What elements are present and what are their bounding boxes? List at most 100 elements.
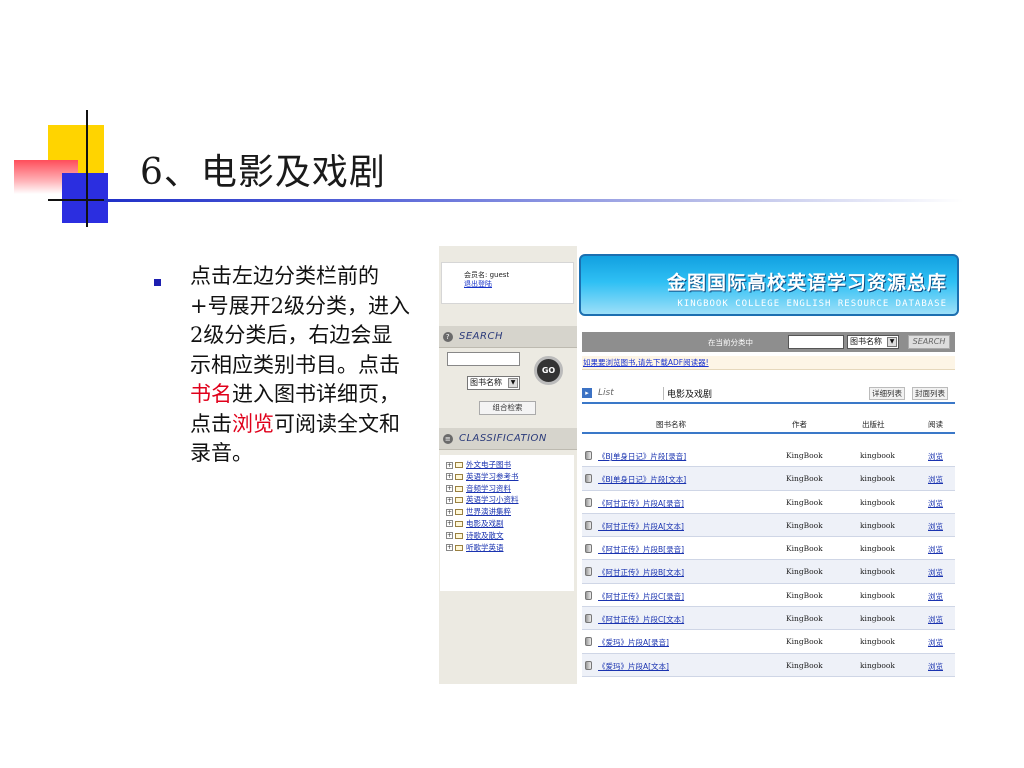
book-icon xyxy=(585,567,592,577)
decor-blue-square xyxy=(62,173,108,223)
book-icon xyxy=(585,451,592,460)
book-author: KingBook xyxy=(786,544,823,554)
table-header: 图书名称 作者 出版社 阅读 xyxy=(582,412,955,434)
cover-list-button[interactable]: 封面列表 xyxy=(912,387,948,400)
table-row: 《BJ单身日记》片段[录音] KingBook kingbook 浏览 xyxy=(582,444,955,468)
top-search-field-select[interactable]: 图书名称 ▼ xyxy=(847,335,899,349)
decor-vertical-line xyxy=(86,110,88,227)
expand-icon[interactable]: + xyxy=(446,473,453,481)
slide-title: 6、电影及戏剧 xyxy=(140,152,386,193)
table-row: 《阿甘正传》片段B[录音] KingBook kingbook 浏览 xyxy=(582,537,955,561)
book-publisher: kingbook xyxy=(860,451,895,460)
sidebar-search-input[interactable] xyxy=(447,352,520,366)
browse-link[interactable]: 浏览 xyxy=(928,521,943,532)
table-row: 《阿甘正传》片段C[文本] KingBook kingbook 浏览 xyxy=(582,607,955,631)
tree-item[interactable]: + 英语学习参考书 xyxy=(446,471,574,483)
slide-body-text: 点击左边分类栏前的+号展开2级分类，进入2级分类后，右边会显示相应类别书目。点击… xyxy=(190,262,412,469)
book-name-link[interactable]: 《阿甘正传》片段A[文本] xyxy=(598,521,684,532)
book-name-link[interactable]: 《阿甘正传》片段B[录音] xyxy=(598,544,684,555)
tree-item[interactable]: + 听歌学英语 xyxy=(446,542,574,554)
tree-item[interactable]: + 诗歌及散文 xyxy=(446,530,574,542)
table-row: 《阿甘正传》片段C[录音] KingBook kingbook 浏览 xyxy=(582,584,955,608)
banner-title-cn: 金图国际高校英语学习资源总库 xyxy=(666,272,947,294)
search-heading: SEARCH xyxy=(459,331,503,342)
expand-icon[interactable]: + xyxy=(446,520,453,528)
folder-icon xyxy=(455,497,463,504)
table-row: 《爱玛》片段A[录音] KingBook kingbook 浏览 xyxy=(582,630,955,654)
browse-link[interactable]: 浏览 xyxy=(928,474,943,485)
folder-icon xyxy=(455,520,463,527)
chevron-down-icon: ▼ xyxy=(508,378,518,388)
browse-link[interactable]: 浏览 xyxy=(928,544,943,555)
expand-icon[interactable]: + xyxy=(446,496,453,504)
folder-icon xyxy=(455,509,463,516)
tree-item[interactable]: + 音频学习资料 xyxy=(446,483,574,495)
list-icon: ≡ xyxy=(443,433,453,444)
browse-link[interactable]: 浏览 xyxy=(928,567,943,578)
book-author: KingBook xyxy=(786,497,823,507)
book-publisher: kingbook xyxy=(860,614,895,624)
table-row: 《BJ单身日记》片段[文本] KingBook kingbook 浏览 xyxy=(582,467,955,491)
browse-link[interactable]: 浏览 xyxy=(928,637,943,648)
logout-link[interactable]: 退出登陆 xyxy=(464,280,573,289)
folder-icon xyxy=(455,532,463,539)
top-select-value: 图书名称 xyxy=(850,337,882,346)
browse-link[interactable]: 浏览 xyxy=(928,661,943,672)
book-publisher: kingbook xyxy=(860,474,895,484)
book-name-link[interactable]: 《阿甘正传》片段B[文本] xyxy=(598,567,684,578)
combined-search-button[interactable]: 组合检索 xyxy=(479,401,536,415)
book-name-link[interactable]: 《爱玛》片段A[录音] xyxy=(598,637,669,648)
table-row: 《阿甘正传》片段B[文本] KingBook kingbook 浏览 xyxy=(582,560,955,584)
book-publisher: kingbook xyxy=(860,637,895,647)
book-author: KingBook xyxy=(786,590,823,600)
book-icon xyxy=(585,497,592,507)
expand-icon[interactable]: + xyxy=(446,532,453,540)
body-highlight-browse: 浏览 xyxy=(232,411,274,436)
expand-icon[interactable]: + xyxy=(446,485,453,493)
book-name-link[interactable]: 《阿甘正传》片段C[录音] xyxy=(598,591,684,602)
browse-link[interactable]: 浏览 xyxy=(928,591,943,602)
search-icon: ? xyxy=(443,331,453,342)
top-search-input[interactable] xyxy=(788,335,844,349)
expand-icon[interactable]: + xyxy=(446,544,453,552)
table-row: 《阿甘正传》片段A[文本] KingBook kingbook 浏览 xyxy=(582,513,955,538)
detail-list-button[interactable]: 详细列表 xyxy=(869,387,905,400)
book-author: KingBook xyxy=(786,614,823,624)
list-header: ▸ List 电影及戏剧 详细列表 封面列表 xyxy=(582,386,955,404)
browse-link[interactable]: 浏览 xyxy=(928,498,943,509)
classification-section-header: ≡ CLASSIFICATION xyxy=(439,428,577,450)
user-panel: 会员名: guest 退出登陆 xyxy=(441,262,574,304)
sidebar-search-field-select[interactable]: 图书名称 ▼ xyxy=(467,376,520,390)
book-name-link[interactable]: 《BJ单身日记》片段[文本] xyxy=(598,474,686,485)
body-part-1: 点击左边分类栏前的+号展开2级分类，进入2级分类后，右边会显示相应类别书目。点击 xyxy=(190,264,410,377)
search-button[interactable]: SEARCH xyxy=(908,335,950,349)
book-name-link[interactable]: 《阿甘正传》片段A[录音] xyxy=(598,498,684,509)
tree-item[interactable]: + 电影及戏剧 xyxy=(446,518,574,530)
sidebar-select-value: 图书名称 xyxy=(470,378,502,387)
book-publisher: kingbook xyxy=(860,590,895,600)
current-category: 电影及戏剧 xyxy=(663,387,712,400)
column-author: 作者 xyxy=(792,420,807,429)
tree-item[interactable]: + 世界演讲集粹 xyxy=(446,506,574,518)
tree-item[interactable]: + 英语学习小资料 xyxy=(446,494,574,506)
expand-icon[interactable]: + xyxy=(446,461,453,469)
browse-link[interactable]: 浏览 xyxy=(928,614,943,625)
tree-item[interactable]: + 外文电子图书 xyxy=(446,459,574,471)
column-publisher: 出版社 xyxy=(862,420,885,429)
table-row: 《阿甘正传》片段A[录音] KingBook kingbook 浏览 xyxy=(582,491,955,514)
book-name-link[interactable]: 《阿甘正传》片段C[文本] xyxy=(598,614,684,625)
book-icon xyxy=(585,590,592,600)
book-name-link[interactable]: 《BJ单身日记》片段[录音] xyxy=(598,451,686,462)
browse-link[interactable]: 浏览 xyxy=(928,451,943,462)
book-author: KingBook xyxy=(786,451,823,460)
main-content: 金图国际高校英语学习资源总库 KINGBOOK COLLEGE ENGLISH … xyxy=(577,246,959,684)
folder-icon xyxy=(455,485,463,492)
book-name-link[interactable]: 《爱玛》片段A[文本] xyxy=(598,661,669,672)
search-section-header: ? SEARCH xyxy=(439,326,577,348)
expand-icon[interactable]: + xyxy=(446,508,453,516)
table-row: 《爱玛》片段A[文本] KingBook kingbook 浏览 xyxy=(582,653,955,677)
book-author: KingBook xyxy=(786,520,823,530)
go-button[interactable]: GO xyxy=(534,356,563,385)
adf-download-link[interactable]: 如果要浏览图书,请先下载ADF阅读器! xyxy=(583,357,709,368)
database-screenshot: 会员名: guest 退出登陆 ? SEARCH GO 图书名称 ▼ 组合检索 … xyxy=(439,246,959,684)
